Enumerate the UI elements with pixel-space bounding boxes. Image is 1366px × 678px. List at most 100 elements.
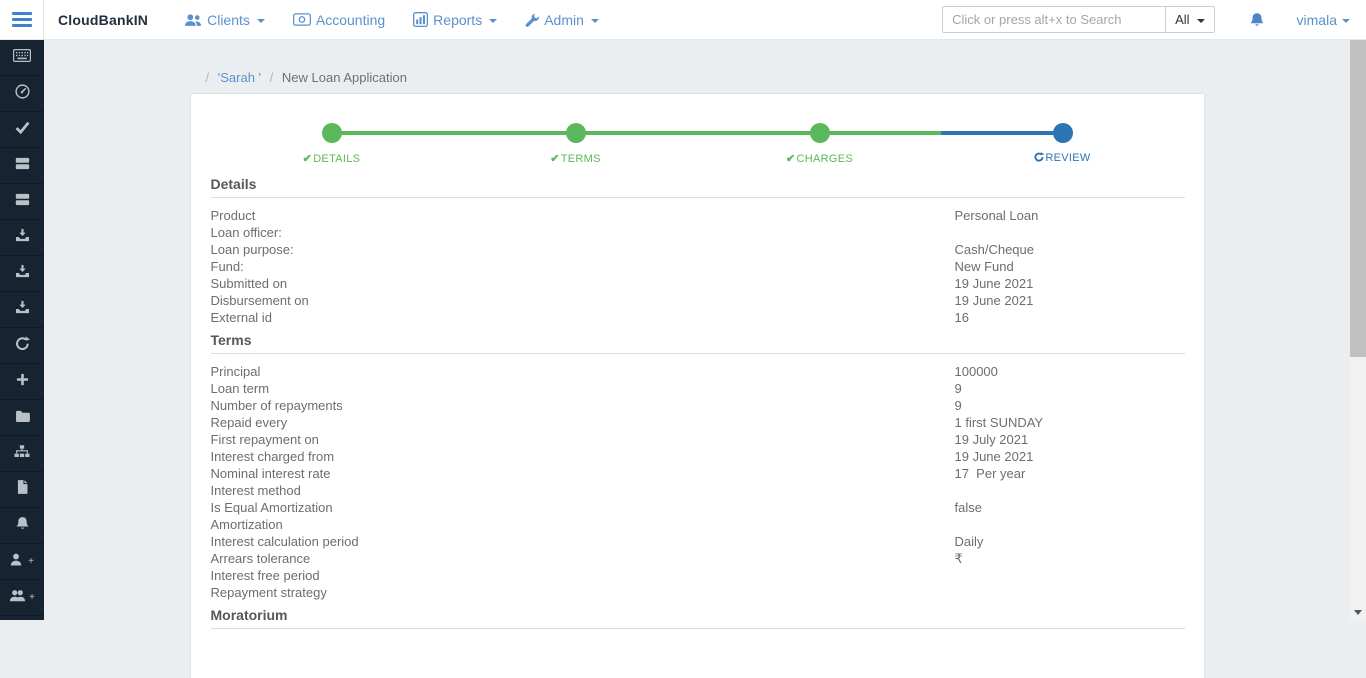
nav-item-label: Clients xyxy=(207,12,250,28)
sidebar-item[interactable] xyxy=(0,508,44,544)
field-value: 9 xyxy=(955,397,962,414)
nav-item[interactable]: Reports xyxy=(413,12,497,28)
money-icon xyxy=(293,13,311,26)
chevron-down-icon xyxy=(1342,19,1350,23)
app-brand[interactable]: CloudBankIN xyxy=(44,12,162,28)
sidebar-item[interactable] xyxy=(0,112,44,148)
field-label: Arrears tolerance xyxy=(211,550,955,567)
plus-suffix: + xyxy=(29,592,35,603)
scrollbar-thumb[interactable] xyxy=(1350,40,1366,357)
sidebar-item[interactable] xyxy=(0,364,44,400)
stepper-step[interactable]: REVIEW xyxy=(993,108,1133,164)
menu-toggle-button[interactable] xyxy=(0,0,44,40)
field-row: Submitted on 19 June 2021 xyxy=(211,275,1185,292)
sidebar-item[interactable] xyxy=(0,436,44,472)
review-section: Terms Principal 100000 Loan term 9 Numbe… xyxy=(211,332,1185,601)
nav-item[interactable]: Clients xyxy=(184,12,265,28)
step-dot xyxy=(566,123,586,143)
field-label: Loan term xyxy=(211,380,955,397)
section-title: Moratorium xyxy=(211,607,1185,629)
chevron-down-icon xyxy=(591,19,599,23)
field-row: Interest free period xyxy=(211,567,1185,584)
field-label: Is Equal Amortization xyxy=(211,499,955,516)
sidebar-item[interactable]: + xyxy=(0,580,44,616)
stepper-step[interactable]: ✔DETAILS xyxy=(262,108,402,165)
field-label: Interest charged from xyxy=(211,448,955,465)
sidebar-item[interactable] xyxy=(0,292,44,328)
review-section: Details Product Personal Loan Loan offic… xyxy=(211,176,1185,326)
step-label: DETAILS xyxy=(313,153,360,165)
field-row: Nominal interest rate 17 Per year xyxy=(211,465,1185,482)
field-row: Product Personal Loan xyxy=(211,207,1185,224)
sitemap-icon xyxy=(14,445,30,463)
field-value: 17 Per year xyxy=(955,465,1026,482)
notifications-bell-icon[interactable] xyxy=(1249,12,1265,28)
breadcrumb-current-page: New Loan Application xyxy=(282,70,407,85)
wizard-stepper: ✔DETAILS ✔TERMS ✔CHARGES REVIEW xyxy=(211,108,1185,170)
field-value: Cash/Cheque xyxy=(955,241,1035,258)
field-row: Fund: New Fund xyxy=(211,258,1185,275)
sidebar-item[interactable] xyxy=(0,184,44,220)
file-icon xyxy=(17,480,28,499)
vertical-scrollbar[interactable] xyxy=(1350,40,1366,620)
field-label: Submitted on xyxy=(211,275,955,292)
plus-icon xyxy=(16,373,29,391)
icon-sidebar: + + xyxy=(0,40,44,620)
field-row: External id 16 xyxy=(211,309,1185,326)
field-value: 9 xyxy=(955,380,962,397)
sidebar-item[interactable] xyxy=(0,148,44,184)
sidebar-item[interactable] xyxy=(0,40,44,76)
sidebar-item[interactable] xyxy=(0,256,44,292)
review-sections: Details Product Personal Loan Loan offic… xyxy=(211,176,1185,629)
nav-item[interactable]: Accounting xyxy=(293,12,385,28)
breadcrumb-client-link[interactable]: 'Sarah ' xyxy=(218,70,261,85)
field-value: 1 first SUNDAY xyxy=(955,414,1044,431)
nav-item[interactable]: Admin xyxy=(525,12,599,28)
step-label: CHARGES xyxy=(797,153,854,165)
field-label: Interest calculation period xyxy=(211,533,955,550)
field-row: Number of repayments 9 xyxy=(211,397,1185,414)
user-menu[interactable]: vimala xyxy=(1297,12,1350,28)
sidebar-item[interactable] xyxy=(0,220,44,256)
search-scope-dropdown[interactable]: All xyxy=(1165,6,1214,33)
field-label: Principal xyxy=(211,363,955,380)
search-input[interactable] xyxy=(942,6,1166,33)
check-icon xyxy=(15,121,30,139)
field-label: External id xyxy=(211,309,955,326)
server-icon xyxy=(15,193,30,211)
breadcrumb: / 'Sarah ' / New Loan Application xyxy=(191,40,1204,94)
sidebar-item[interactable] xyxy=(0,472,44,508)
field-row: First repayment on 19 July 2021 xyxy=(211,431,1185,448)
step-dot xyxy=(322,123,342,143)
review-section: Moratorium xyxy=(211,607,1185,629)
field-row: Interest calculation period Daily xyxy=(211,533,1185,550)
bar-chart-icon xyxy=(413,12,428,27)
section-rows: Principal 100000 Loan term 9 Number of r… xyxy=(211,363,1185,601)
chevron-down-icon xyxy=(489,19,497,23)
field-label: First repayment on xyxy=(211,431,955,448)
field-row: Interest method xyxy=(211,482,1185,499)
sidebar-item[interactable] xyxy=(0,76,44,112)
section-title: Terms xyxy=(211,332,1185,354)
scrollbar-down-arrow-icon[interactable] xyxy=(1354,610,1362,615)
wrench-icon xyxy=(525,13,539,27)
user-name: vimala xyxy=(1297,12,1337,28)
nav-item-label: Admin xyxy=(544,12,584,28)
field-row: Repayment strategy xyxy=(211,584,1185,601)
sidebar-item[interactable]: + xyxy=(0,544,44,580)
loan-review-card: ✔DETAILS ✔TERMS ✔CHARGES REVIEW Details … xyxy=(191,94,1204,678)
users-plus-icon xyxy=(9,589,26,607)
step-dot xyxy=(810,123,830,143)
field-value: Daily xyxy=(955,533,984,550)
stepper-step[interactable]: ✔TERMS xyxy=(506,108,646,165)
field-value: 19 June 2021 xyxy=(955,448,1034,465)
stepper-step[interactable]: ✔CHARGES xyxy=(750,108,890,165)
user-plus-icon xyxy=(10,553,25,571)
sidebar-item[interactable] xyxy=(0,328,44,364)
refresh-icon xyxy=(15,336,30,356)
field-row: Amortization xyxy=(211,516,1185,533)
sidebar-item[interactable] xyxy=(0,400,44,436)
main-content: / 'Sarah ' / New Loan Application ✔DETAI… xyxy=(44,40,1350,620)
field-label: Fund: xyxy=(211,258,955,275)
field-row: Is Equal Amortization false xyxy=(211,499,1185,516)
